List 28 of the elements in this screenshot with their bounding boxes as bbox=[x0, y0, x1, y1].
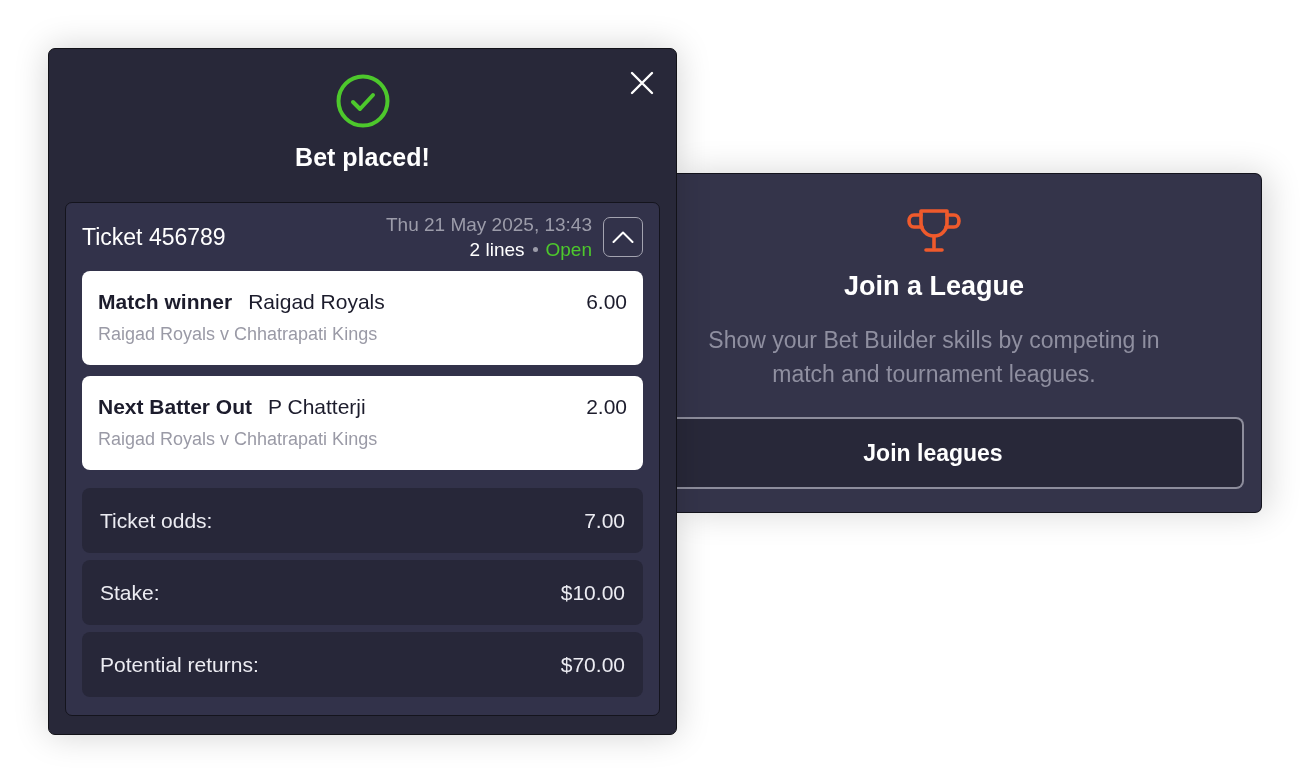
event-name: Raigad Royals v Chhatrapati Kings bbox=[98, 428, 379, 451]
chevron-up-icon bbox=[612, 231, 634, 243]
ticket-number: Ticket 456789 bbox=[82, 223, 226, 251]
close-icon bbox=[630, 71, 654, 95]
summary-value: 7.00 bbox=[584, 508, 625, 533]
selection-odds: 2.00 bbox=[586, 394, 627, 420]
selection-odds: 6.00 bbox=[586, 289, 627, 315]
selection-name: Raigad Royals bbox=[248, 289, 385, 315]
summary-label: Stake: bbox=[100, 580, 160, 605]
event-name: Raigad Royals v Chhatrapati Kings bbox=[98, 323, 379, 346]
trophy-icon bbox=[906, 208, 962, 254]
summary-value: $10.00 bbox=[560, 580, 625, 605]
summary-label: Potential returns: bbox=[100, 652, 259, 677]
join-leagues-button[interactable]: Join leagues bbox=[677, 417, 1244, 489]
league-title: Join a League bbox=[843, 270, 1025, 302]
ticket-date: Thu 21 May 2025, 13:43 bbox=[386, 213, 592, 237]
league-description: Show your Bet Builder skills by competing in match and tournament leagues. bbox=[707, 326, 1161, 389]
separator-dot-icon bbox=[532, 247, 538, 252]
summary-value: $70.00 bbox=[560, 652, 625, 677]
market-name: Match winner bbox=[98, 289, 233, 315]
ticket-status: Open bbox=[545, 238, 592, 262]
line-count: 2 lines bbox=[469, 238, 525, 262]
summary-label: Ticket odds: bbox=[100, 508, 213, 533]
market-name: Next Batter Out bbox=[98, 394, 253, 420]
selection-name: P Chatterji bbox=[268, 394, 366, 420]
check-circle-icon bbox=[335, 74, 390, 128]
dialog-title: Bet placed! bbox=[295, 142, 430, 172]
collapse-button[interactable] bbox=[603, 217, 643, 257]
